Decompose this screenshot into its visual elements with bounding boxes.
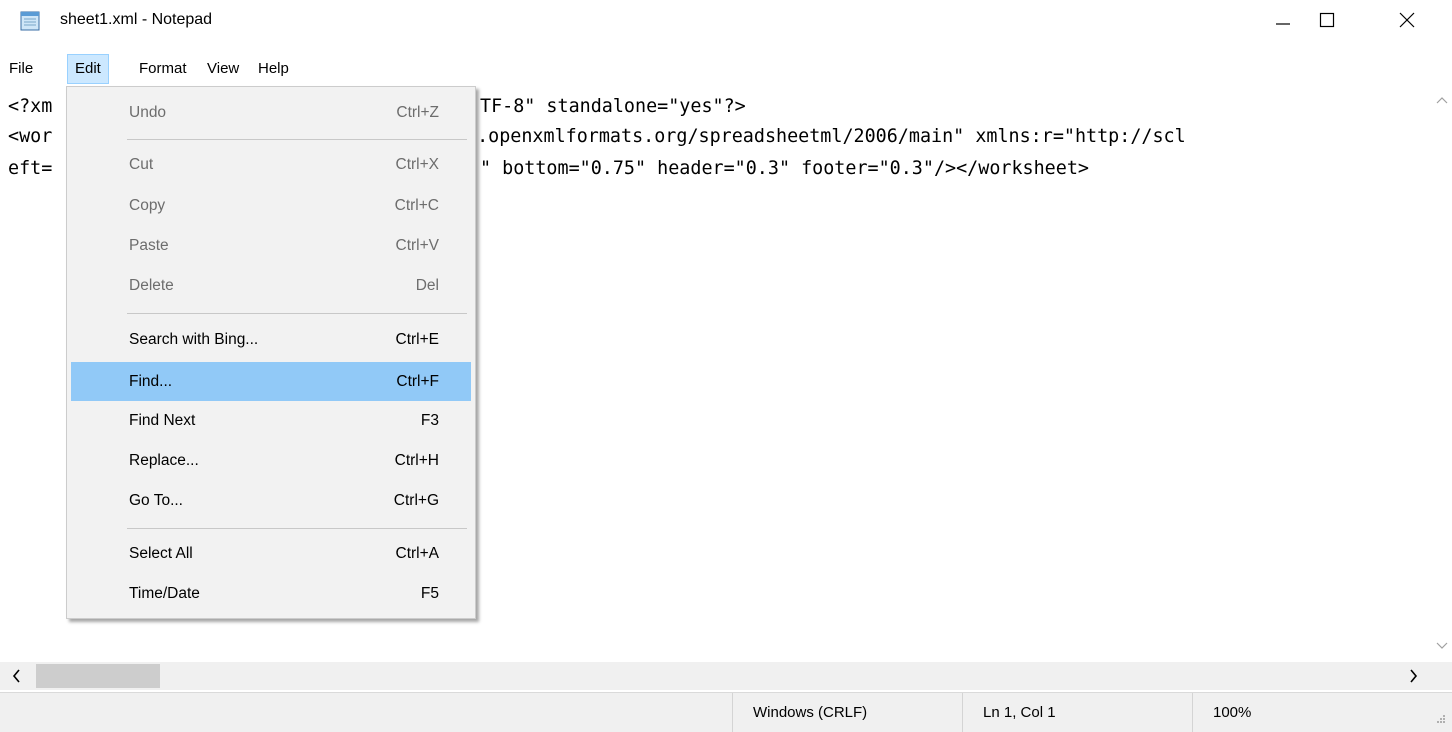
maximize-icon — [1319, 12, 1335, 28]
scrollbar-corner — [1432, 662, 1452, 690]
menu-item-cut[interactable]: Cut Ctrl+X — [71, 147, 471, 183]
menu-item-shortcut: Ctrl+E — [395, 331, 440, 348]
menu-item-label: Go To... — [129, 492, 183, 509]
menu-file[interactable]: File — [2, 54, 40, 84]
menu-item-undo[interactable]: Undo Ctrl+Z — [71, 95, 471, 131]
menu-item-go-to[interactable]: Go To... Ctrl+G — [71, 483, 471, 519]
status-line-ending: Windows (CRLF) — [732, 693, 962, 732]
menu-bar: File Edit Format View Help — [0, 54, 1452, 84]
menu-item-find-next[interactable]: Find Next F3 — [71, 403, 471, 439]
editor-line-3-left: eft= — [8, 158, 53, 179]
menu-item-label: Replace... — [129, 452, 199, 469]
menu-item-shortcut: Ctrl+X — [395, 156, 440, 173]
title-bar: sheet1.xml - Notepad — [0, 0, 1452, 40]
notepad-icon — [20, 11, 40, 31]
menu-item-label: Delete — [129, 277, 174, 294]
close-icon — [1399, 12, 1415, 28]
menu-item-label: Find... — [129, 373, 173, 390]
menu-item-select-all[interactable]: Select All Ctrl+A — [71, 536, 471, 572]
menu-item-shortcut: Ctrl+C — [394, 197, 439, 214]
menu-item-label: Search with Bing... — [129, 331, 259, 348]
menu-separator — [127, 139, 467, 140]
menu-item-shortcut: F3 — [420, 412, 439, 429]
resize-grip-icon[interactable] — [1434, 712, 1446, 724]
edit-menu-dropdown: Undo Ctrl+Z Cut Ctrl+X Copy Ctrl+C Paste… — [66, 86, 476, 619]
menu-item-label: Time/Date — [129, 585, 200, 602]
menu-format[interactable]: Format — [132, 54, 194, 84]
horizontal-scrollbar[interactable] — [0, 662, 1432, 690]
editor-line-1-left: <?xm — [8, 96, 53, 117]
vertical-scrollbar[interactable] — [1432, 86, 1452, 660]
menu-item-shortcut: Ctrl+G — [393, 492, 439, 509]
menu-item-label: Copy — [129, 197, 166, 214]
menu-view[interactable]: View — [200, 54, 246, 84]
editor-line-2-left: <wor — [8, 126, 53, 147]
editor-line-1-right: TF-8" standalone="yes"?> — [480, 96, 746, 117]
menu-item-replace[interactable]: Replace... Ctrl+H — [71, 443, 471, 479]
menu-item-search-with-bing[interactable]: Search with Bing... Ctrl+E — [71, 322, 471, 358]
menu-item-shortcut: Ctrl+V — [395, 237, 440, 254]
status-zoom: 100% — [1192, 693, 1432, 732]
menu-item-label: Undo — [129, 104, 167, 121]
minimize-icon — [1276, 23, 1290, 25]
window-title: sheet1.xml - Notepad — [60, 11, 213, 28]
menu-item-time-date[interactable]: Time/Date F5 — [71, 576, 471, 612]
scroll-right-icon[interactable] — [1410, 669, 1418, 683]
maximize-button[interactable] — [1292, 0, 1362, 40]
close-button[interactable] — [1372, 0, 1442, 40]
scroll-up-icon[interactable] — [1436, 96, 1448, 104]
status-bar: Windows (CRLF) Ln 1, Col 1 100% — [0, 692, 1452, 732]
menu-item-shortcut: Ctrl+F — [396, 373, 439, 390]
editor-line-2-right: s.openxmlformats.org/spreadsheetml/2006/… — [466, 126, 1186, 147]
menu-item-find[interactable]: Find... Ctrl+F — [71, 362, 471, 401]
menu-separator — [127, 528, 467, 529]
menu-item-label: Paste — [129, 237, 169, 254]
menu-item-shortcut: Ctrl+H — [394, 452, 439, 469]
menu-item-delete[interactable]: Delete Del — [71, 268, 471, 304]
scroll-down-icon[interactable] — [1436, 642, 1448, 650]
status-cursor-position: Ln 1, Col 1 — [962, 693, 1192, 732]
menu-item-label: Select All — [129, 545, 193, 562]
menu-item-paste[interactable]: Paste Ctrl+V — [71, 228, 471, 264]
menu-item-label: Cut — [129, 156, 154, 173]
menu-edit[interactable]: Edit — [67, 54, 109, 84]
menu-item-label: Find Next — [129, 412, 196, 429]
horizontal-scroll-thumb[interactable] — [36, 664, 160, 688]
menu-item-shortcut: F5 — [420, 585, 439, 602]
menu-item-shortcut: Ctrl+A — [395, 545, 440, 562]
menu-help[interactable]: Help — [251, 54, 296, 84]
menu-item-shortcut: Ctrl+Z — [396, 104, 439, 121]
menu-item-shortcut: Del — [415, 277, 439, 294]
editor-line-3-right: " bottom="0.75" header="0.3" footer="0.3… — [480, 158, 1089, 179]
scroll-left-icon[interactable] — [12, 669, 20, 683]
menu-separator — [127, 313, 467, 314]
menu-item-copy[interactable]: Copy Ctrl+C — [71, 188, 471, 224]
